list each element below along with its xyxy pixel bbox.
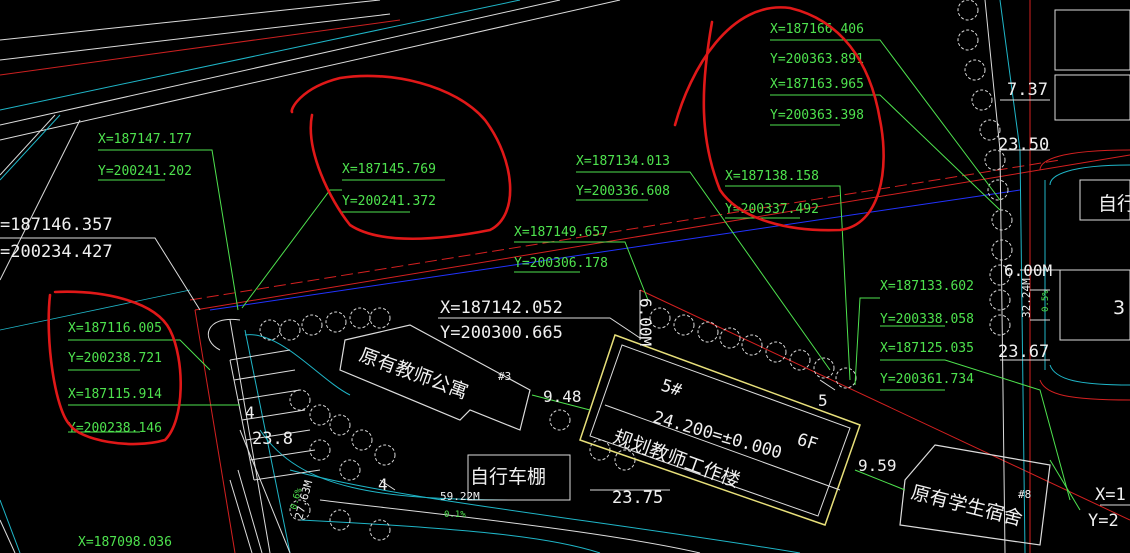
big-coord-b-y: Y=200300.665 [440,323,563,343]
coord-p4-x: X=187166.406 [770,22,864,37]
coord-p3-x: X=187134.013 [576,154,670,169]
big-coord-c-x: X=1 [1095,485,1126,505]
tree-symbol [374,444,396,466]
tree-symbol [673,314,695,336]
tree-symbol [369,307,391,329]
dimension-labels: 9.48 9.59 6.00M 6.00M 32.24M 0.5% 59.22M… [245,261,1052,521]
tree-symbol [789,349,811,371]
coord-p2-y: Y=200241.372 [342,194,436,209]
label-teacher-apartment-mark: #3 [498,370,511,383]
label-building-5-floors: 6F [794,430,820,455]
dim-5922: 59.22M [440,490,480,503]
label-bike-right: 自行 [1098,193,1130,215]
parking-stalls [229,349,321,553]
dim-01pct: 0.1% [444,510,466,520]
coord-p5-x: X=187163.965 [770,77,864,92]
label-bike-shed: 自行车棚 [470,466,546,488]
coord-p11-y: Y=200361.734 [880,372,974,387]
annotation-circle-1 [290,74,512,240]
tree-symbol [835,367,857,389]
dim-600m: 6.00M [1004,261,1052,280]
dim-948: 9.48 [543,387,582,406]
tree-symbol [765,341,787,363]
tree-symbol [991,239,1013,261]
elev-238: 23.8 [252,429,293,449]
tree-symbol [957,0,979,21]
coord-bottom-x: X=187098.036 [78,535,172,550]
big-coord-a-y: =200234.427 [0,242,113,262]
tree-symbol [741,334,763,356]
dim-05pct: 0.5% [1041,290,1051,312]
tree-symbol [301,314,323,336]
dim-3224: 32.24M [1020,278,1033,318]
big-coord-a-x: =187146.357 [0,215,113,235]
label-building-5-no: 5# [658,376,684,402]
elev-2375: 23.75 [612,488,663,508]
tree-symbol [325,311,347,333]
coord-p10-y: Y=200338.058 [880,312,974,327]
tree-symbol [957,29,979,51]
dim-4a: 4 [245,403,255,422]
coord-p7-x: X=187149.657 [514,225,608,240]
tree-symbol [329,509,351,531]
elev-2350: 23.50 [998,135,1049,155]
elev-737: 7.37 [1007,80,1048,100]
label-student-dorm-mark: #8 [1018,488,1031,501]
white-leaders [0,99,1130,506]
dim-4b: 4 [378,475,388,494]
label-teacher-apartment: 原有教师公寓 [356,344,471,404]
dim-959: 9.59 [858,456,897,475]
tree-symbol [989,289,1011,311]
dim-600m-vertical: 6.00M [636,298,655,346]
road-lines [0,0,1130,553]
big-coord-c-y: Y=2 [1088,511,1119,531]
coord-p9-x: X=187115.914 [68,387,162,402]
tree-symbol [964,59,986,81]
tree-symbol [351,429,373,451]
tree-symbol [369,519,391,541]
dim-5: 5 [818,391,828,410]
coord-p4-y: Y=200363.891 [770,52,864,67]
coord-p1-y: Y=200241.202 [98,164,192,179]
elev-2367: 23.67 [998,342,1049,362]
coord-p3-y: Y=200336.608 [576,184,670,199]
coord-p2-x: X=187145.769 [342,162,436,177]
tree-symbol [329,414,351,436]
coord-p7-y: Y=200306.178 [514,256,608,271]
tree-symbol [279,319,301,341]
site-plan-svg: X=187147.177 Y=200241.202 X=187145.769 Y… [0,0,1130,553]
leader-lines [68,39,1081,511]
coord-p11-x: X=187125.035 [880,341,974,356]
tree-symbol [719,327,741,349]
label-right-3: 3 [1113,297,1125,319]
cad-drawing: X=187147.177 Y=200241.202 X=187145.769 Y… [0,0,1130,553]
coord-p6-x: X=187138.158 [725,169,819,184]
tree-symbol [309,404,331,426]
tree-symbol [289,389,311,411]
coord-p10-x: X=187133.602 [880,279,974,294]
coord-p1-x: X=187147.177 [98,132,192,147]
coord-p8-y: Y=200238.721 [68,351,162,366]
tree-symbol [991,209,1013,231]
coord-p8-x: X=187116.005 [68,321,162,336]
label-student-dorm: 原有学生宿舍 [909,482,1025,531]
tree-symbol [339,459,361,481]
coord-p5-y: Y=200363.398 [770,108,864,123]
tree-symbol [971,89,993,111]
tree-symbol [989,314,1011,336]
big-coord-b-x: X=187142.052 [440,298,563,318]
tree-symbol [549,409,571,431]
building-right-top [1054,9,1130,341]
tree-symbol [349,307,371,329]
